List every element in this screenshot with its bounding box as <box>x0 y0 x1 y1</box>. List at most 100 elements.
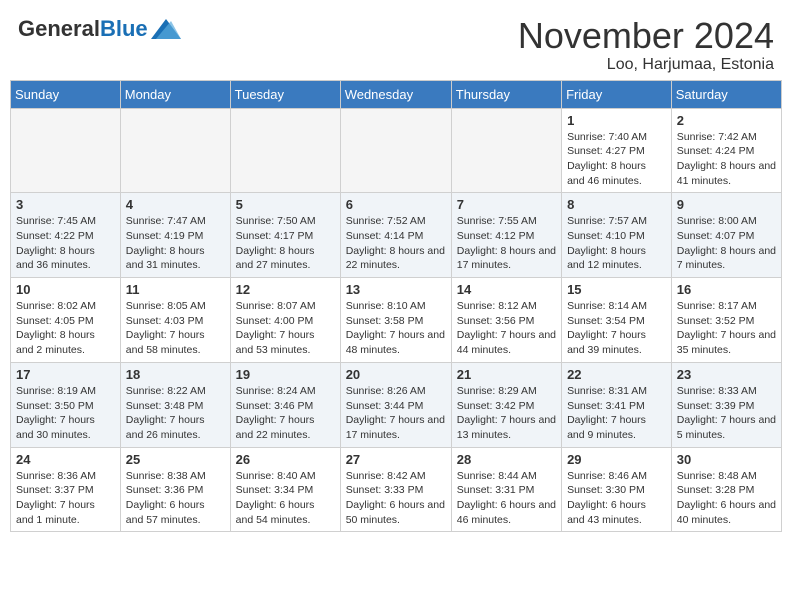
day-info: Sunrise: 7:47 AMSunset: 4:19 PMDaylight:… <box>126 214 225 273</box>
day-number: 28 <box>457 452 556 467</box>
day-number: 21 <box>457 367 556 382</box>
day-info: Sunrise: 8:05 AMSunset: 4:03 PMDaylight:… <box>126 299 225 358</box>
calendar-cell: 9 Sunrise: 8:00 AMSunset: 4:07 PMDaylight… <box>671 193 781 278</box>
day-info: Sunrise: 7:52 AMSunset: 4:14 PMDaylight:… <box>346 214 446 273</box>
day-info: Sunrise: 8:10 AMSunset: 3:58 PMDaylight:… <box>346 299 446 358</box>
calendar-cell: 5 Sunrise: 7:50 AMSunset: 4:17 PMDaylight… <box>230 193 340 278</box>
calendar-cell: 14Sunrise: 8:12 AMSunset: 3:56 PMDayligh… <box>451 278 561 363</box>
calendar-cell: 7 Sunrise: 7:55 AMSunset: 4:12 PMDaylight… <box>451 193 561 278</box>
day-number: 6 <box>346 197 446 212</box>
logo-text: GeneralBlue <box>18 16 148 42</box>
day-info: Sunrise: 7:45 AMSunset: 4:22 PMDaylight:… <box>16 214 115 273</box>
day-number: 16 <box>677 282 776 297</box>
day-number: 8 <box>567 197 666 212</box>
day-info: Sunrise: 8:26 AMSunset: 3:44 PMDaylight:… <box>346 384 446 443</box>
day-number: 27 <box>346 452 446 467</box>
day-number: 17 <box>16 367 115 382</box>
day-header-monday: Monday <box>120 80 230 108</box>
calendar-cell: 4 Sunrise: 7:47 AMSunset: 4:19 PMDaylight… <box>120 193 230 278</box>
calendar-cell <box>451 108 561 193</box>
calendar-cell: 11 Sunrise: 8:05 AMSunset: 4:03 PMDayligh… <box>120 278 230 363</box>
logo-icon <box>151 19 181 39</box>
calendar-cell: 26 Sunrise: 8:40 AMSunset: 3:34 PMDayligh… <box>230 447 340 532</box>
calendar-cell: 15 Sunrise: 8:14 AMSunset: 3:54 PMDayligh… <box>562 278 672 363</box>
day-info: Sunrise: 8:46 AMSunset: 3:30 PMDaylight:… <box>567 469 666 528</box>
calendar-week-row: 24 Sunrise: 8:36 AMSunset: 3:37 PMDayligh… <box>11 447 782 532</box>
day-info: Sunrise: 8:07 AMSunset: 4:00 PMDaylight:… <box>236 299 335 358</box>
day-number: 26 <box>236 452 335 467</box>
day-info: Sunrise: 8:36 AMSunset: 3:37 PMDaylight:… <box>16 469 115 528</box>
calendar-cell: 30 Sunrise: 8:48 AMSunset: 3:28 PMDayligh… <box>671 447 781 532</box>
calendar-cell: 28 Sunrise: 8:44 AMSunset: 3:31 PMDayligh… <box>451 447 561 532</box>
day-info: Sunrise: 8:17 AMSunset: 3:52 PMDaylight:… <box>677 299 776 358</box>
calendar-cell: 25Sunrise: 8:38 AMSunset: 3:36 PMDayligh… <box>120 447 230 532</box>
day-number: 24 <box>16 452 115 467</box>
calendar-cell: 2 Sunrise: 7:42 AMSunset: 4:24 PMDaylight… <box>671 108 781 193</box>
calendar-cell: 17Sunrise: 8:19 AMSunset: 3:50 PMDayligh… <box>11 362 121 447</box>
calendar-week-row: 17Sunrise: 8:19 AMSunset: 3:50 PMDayligh… <box>11 362 782 447</box>
calendar-cell: 24 Sunrise: 8:36 AMSunset: 3:37 PMDayligh… <box>11 447 121 532</box>
calendar-cell: 29Sunrise: 8:46 AMSunset: 3:30 PMDayligh… <box>562 447 672 532</box>
day-info: Sunrise: 7:57 AMSunset: 4:10 PMDaylight:… <box>567 214 666 273</box>
calendar-cell: 3Sunrise: 7:45 AMSunset: 4:22 PMDaylight… <box>11 193 121 278</box>
day-info: Sunrise: 7:42 AMSunset: 4:24 PMDaylight:… <box>677 130 776 189</box>
calendar-cell: 20 Sunrise: 8:26 AMSunset: 3:44 PMDayligh… <box>340 362 451 447</box>
day-info: Sunrise: 8:29 AMSunset: 3:42 PMDaylight:… <box>457 384 556 443</box>
day-number: 23 <box>677 367 776 382</box>
month-title: November 2024 <box>518 16 774 56</box>
day-number: 22 <box>567 367 666 382</box>
day-info: Sunrise: 8:02 AMSunset: 4:05 PMDaylight:… <box>16 299 115 358</box>
calendar-week-row: 1 Sunrise: 7:40 AMSunset: 4:27 PMDaylight… <box>11 108 782 193</box>
day-number: 30 <box>677 452 776 467</box>
day-number: 9 <box>677 197 776 212</box>
day-header-saturday: Saturday <box>671 80 781 108</box>
day-number: 13 <box>346 282 446 297</box>
day-info: Sunrise: 8:14 AMSunset: 3:54 PMDaylight:… <box>567 299 666 358</box>
day-number: 14 <box>457 282 556 297</box>
calendar-cell: 13 Sunrise: 8:10 AMSunset: 3:58 PMDayligh… <box>340 278 451 363</box>
logo: GeneralBlue <box>18 16 181 42</box>
day-header-wednesday: Wednesday <box>340 80 451 108</box>
calendar-cell: 23 Sunrise: 8:33 AMSunset: 3:39 PMDayligh… <box>671 362 781 447</box>
day-header-thursday: Thursday <box>451 80 561 108</box>
day-info: Sunrise: 7:55 AMSunset: 4:12 PMDaylight:… <box>457 214 556 273</box>
calendar-cell <box>11 108 121 193</box>
calendar-week-row: 3Sunrise: 7:45 AMSunset: 4:22 PMDaylight… <box>11 193 782 278</box>
title-block: November 2024 Loo, Harjumaa, Estonia <box>518 16 774 74</box>
day-number: 10 <box>16 282 115 297</box>
day-number: 11 <box>126 282 225 297</box>
location: Loo, Harjumaa, Estonia <box>518 56 774 74</box>
calendar-cell <box>340 108 451 193</box>
calendar-cell <box>120 108 230 193</box>
calendar-table: SundayMondayTuesdayWednesdayThursdayFrid… <box>10 80 782 533</box>
day-info: Sunrise: 8:40 AMSunset: 3:34 PMDaylight:… <box>236 469 335 528</box>
day-info: Sunrise: 7:40 AMSunset: 4:27 PMDaylight:… <box>567 130 666 189</box>
calendar-cell: 16 Sunrise: 8:17 AMSunset: 3:52 PMDayligh… <box>671 278 781 363</box>
day-header-tuesday: Tuesday <box>230 80 340 108</box>
day-info: Sunrise: 8:33 AMSunset: 3:39 PMDaylight:… <box>677 384 776 443</box>
day-number: 12 <box>236 282 335 297</box>
day-number: 20 <box>346 367 446 382</box>
calendar-cell: 12 Sunrise: 8:07 AMSunset: 4:00 PMDayligh… <box>230 278 340 363</box>
day-number: 7 <box>457 197 556 212</box>
page-header: GeneralBlue November 2024 Loo, Harjumaa,… <box>10 10 782 74</box>
day-info: Sunrise: 8:22 AMSunset: 3:48 PMDaylight:… <box>126 384 225 443</box>
day-number: 2 <box>677 113 776 128</box>
day-number: 4 <box>126 197 225 212</box>
calendar-cell: 8 Sunrise: 7:57 AMSunset: 4:10 PMDaylight… <box>562 193 672 278</box>
day-number: 15 <box>567 282 666 297</box>
day-info: Sunrise: 8:00 AMSunset: 4:07 PMDaylight:… <box>677 214 776 273</box>
day-number: 5 <box>236 197 335 212</box>
day-info: Sunrise: 7:50 AMSunset: 4:17 PMDaylight:… <box>236 214 335 273</box>
calendar-cell <box>230 108 340 193</box>
day-info: Sunrise: 8:44 AMSunset: 3:31 PMDaylight:… <box>457 469 556 528</box>
calendar-cell: 18Sunrise: 8:22 AMSunset: 3:48 PMDayligh… <box>120 362 230 447</box>
day-header-friday: Friday <box>562 80 672 108</box>
day-info: Sunrise: 8:48 AMSunset: 3:28 PMDaylight:… <box>677 469 776 528</box>
calendar-cell: 6 Sunrise: 7:52 AMSunset: 4:14 PMDaylight… <box>340 193 451 278</box>
day-number: 1 <box>567 113 666 128</box>
day-info: Sunrise: 8:24 AMSunset: 3:46 PMDaylight:… <box>236 384 335 443</box>
day-number: 25 <box>126 452 225 467</box>
calendar-cell: 1 Sunrise: 7:40 AMSunset: 4:27 PMDaylight… <box>562 108 672 193</box>
day-info: Sunrise: 8:42 AMSunset: 3:33 PMDaylight:… <box>346 469 446 528</box>
